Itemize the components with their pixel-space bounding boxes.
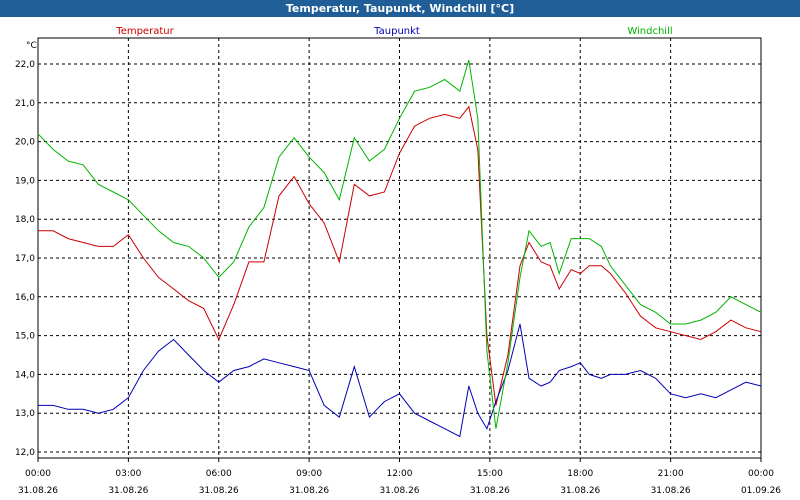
y-tick-label: 17,0: [15, 254, 35, 264]
y-tick-label: 13,0: [15, 409, 35, 419]
x-tick-date: 31.08.26: [651, 486, 691, 496]
x-tick-time: 15:00: [477, 469, 503, 479]
x-tick-date: 01.09.26: [741, 486, 781, 496]
x-tick-time: 00:00: [748, 469, 774, 479]
x-tick-time: 06:00: [206, 469, 232, 479]
y-tick-label: 21,0: [15, 99, 35, 109]
y-axis-label: °C: [26, 41, 37, 51]
x-tick-date: 31.08.26: [379, 486, 419, 496]
legend-taupunkt: Taupunkt: [373, 26, 420, 37]
window-title: Temperatur, Taupunkt, Windchill [°C]: [0, 0, 800, 17]
x-tick-time: 18:00: [567, 469, 593, 479]
y-tick-label: 15,0: [15, 332, 35, 342]
y-tick-label: 19,0: [15, 176, 35, 186]
x-tick-time: 21:00: [658, 469, 684, 479]
x-tick-date: 31.08.26: [18, 486, 58, 496]
y-tick-label: 16,0: [15, 293, 35, 303]
y-tick-label: 18,0: [15, 215, 35, 225]
x-tick-time: 00:00: [25, 469, 51, 479]
y-tick-label: 20,0: [15, 138, 35, 148]
x-tick-date: 31.08.26: [108, 486, 148, 496]
x-tick-time: 09:00: [296, 469, 322, 479]
y-tick-label: 12,0: [15, 448, 35, 458]
legend-windchill: Windchill: [627, 26, 672, 37]
line-chart: 12,0 13,0 14,0 15,0 16,0 17,0 18,0 19,0 20,0 21,0…: [15, 26, 781, 496]
legend-temperatur: Temperatur: [115, 26, 174, 37]
x-tick-date: 31.08.26: [289, 486, 329, 496]
x-tick-time: 12:00: [387, 469, 413, 479]
x-tick-time: 03:00: [115, 469, 141, 479]
x-tick-date: 31.08.26: [560, 486, 600, 496]
chart-window: Temperatur, Taupunkt, Windchill [°C] 12,…: [0, 0, 800, 500]
y-tick-label: 22,0: [15, 60, 35, 70]
y-tick-label: 14,0: [15, 370, 35, 380]
x-tick-date: 31.08.26: [199, 486, 239, 496]
x-tick-date: 31.08.26: [470, 486, 510, 496]
